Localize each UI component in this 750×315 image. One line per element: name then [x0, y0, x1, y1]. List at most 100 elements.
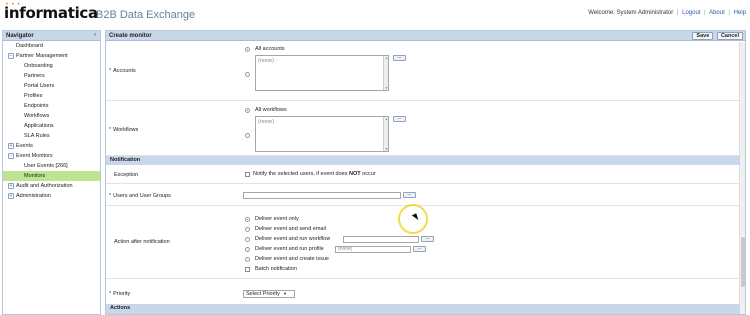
nav-item-label: Events	[16, 143, 33, 149]
users-field[interactable]	[243, 192, 401, 199]
nav-item-label: Endpoints	[24, 103, 49, 109]
nav-item-dashboard[interactable]: Dashboard	[3, 41, 100, 51]
deliver-profile-label: Deliver event and run profile	[255, 246, 324, 252]
scroll-down-icon[interactable]: ▼	[385, 86, 388, 90]
save-button[interactable]: Save	[692, 32, 714, 40]
scroll-down-icon[interactable]: ▼	[385, 147, 388, 151]
users-label: * Users and User Groups	[109, 193, 171, 199]
users-row: * Users and User Groups ...	[106, 184, 740, 206]
help-link[interactable]: Help	[734, 10, 746, 16]
listbox-scrollbar[interactable]: ▲ ▼	[383, 56, 388, 90]
workflows-browse-button[interactable]: ...	[393, 116, 406, 122]
nav-item-events[interactable]: + Events	[3, 141, 100, 151]
nav-item-label: Partners	[24, 73, 45, 79]
collapse-panel-icon[interactable]: ‹	[94, 32, 96, 38]
nav-item-endpoints[interactable]: Endpoints	[3, 101, 100, 111]
notification-section-header: Notification	[106, 156, 740, 165]
all-accounts-radio[interactable]	[245, 47, 250, 52]
tree-expand-icon[interactable]: +	[8, 142, 14, 149]
exception-row: Exception Notify the selected users, if …	[106, 165, 740, 184]
scroll-up-icon[interactable]: ▲	[385, 117, 388, 121]
product-name: B2B Data Exchange	[96, 9, 196, 21]
accounts-browse-button[interactable]: ...	[393, 55, 406, 61]
nav-item-label: Workflows	[24, 113, 50, 119]
deliver-email-label: Deliver event and send email	[255, 226, 326, 232]
batch-notification-label: Batch notification	[255, 266, 297, 272]
nav-item-label: User Events [266]	[24, 163, 68, 169]
tree-collapse-icon[interactable]: −	[8, 52, 14, 59]
workflows-row: * Workflows All workflows (none) ▲ ▼ ...	[106, 101, 740, 156]
about-link[interactable]: About	[709, 10, 725, 16]
nav-item-label: Onboarding	[24, 63, 53, 69]
deliver-only-radio[interactable]	[245, 217, 250, 222]
nav-item-event-monitors[interactable]: − Event Monitors	[3, 151, 100, 161]
create-monitor-panel: Create monitor Save Cancel * Accounts All…	[105, 30, 746, 315]
nav-item-user-events[interactable]: User Events [266]	[3, 161, 100, 171]
nav-item-label: Audit and Authorization	[16, 183, 73, 189]
nav-item-label: Portal Users	[24, 83, 55, 89]
listbox-scrollbar[interactable]: ▲ ▼	[383, 117, 388, 151]
accounts-label: * Accounts	[109, 68, 136, 74]
all-workflows-radio[interactable]	[245, 108, 250, 113]
workflows-label: * Workflows	[109, 127, 139, 133]
separator: |	[676, 10, 679, 16]
nav-item-monitors[interactable]: Monitors	[3, 171, 100, 181]
priority-row: * Priority Select Priority ▼	[106, 286, 740, 304]
users-browse-button[interactable]: ...	[403, 192, 416, 198]
selected-workflows-radio[interactable]	[245, 133, 250, 138]
nav-item-label: Profiles	[24, 93, 43, 99]
nav-item-partners[interactable]: Partners	[3, 71, 100, 81]
deliver-issue-radio[interactable]	[245, 257, 250, 262]
cancel-button[interactable]: Cancel	[716, 32, 743, 40]
nav-item-partner-management[interactable]: − Partner Management	[3, 51, 100, 61]
panel-buttons: Save Cancel	[690, 32, 743, 40]
selected-accounts-radio[interactable]	[245, 72, 250, 77]
workflow-field[interactable]	[343, 236, 419, 243]
deliver-workflow-radio[interactable]	[245, 237, 250, 242]
nav-item-applications[interactable]: Applications	[3, 121, 100, 131]
nav-item-profiles[interactable]: Profiles	[3, 91, 100, 101]
notify-not-occur-checkbox[interactable]	[245, 172, 250, 177]
app-header: • • • informatica B2B Data Exchange Welc…	[0, 0, 750, 28]
profile-browse-button[interactable]: ...	[413, 246, 426, 252]
scrollbar-thumb[interactable]	[741, 237, 745, 287]
panel-title-bar: Create monitor Save Cancel	[106, 31, 745, 41]
tree-expand-icon[interactable]: +	[8, 192, 14, 199]
workflows-listbox[interactable]: (none) ▲ ▼	[255, 116, 389, 152]
tree-expand-icon[interactable]: +	[8, 182, 14, 189]
accounts-row: * Accounts All accounts (none) ▲ ▼ ...	[106, 42, 740, 101]
profile-field[interactable]: (none)	[335, 246, 411, 253]
nav-item-audit-authorization[interactable]: + Audit and Authorization	[3, 181, 100, 191]
nav-item-label: SLA Rules	[24, 133, 50, 139]
deliver-profile-radio[interactable]	[245, 247, 250, 252]
top-links: Welcome: System Administrator | Logout |…	[588, 10, 746, 16]
accounts-list-value: (none)	[258, 58, 274, 64]
nav-item-workflows[interactable]: Workflows	[3, 111, 100, 121]
priority-select-value: Select Priority	[246, 291, 280, 297]
priority-select[interactable]: Select Priority ▼	[243, 290, 295, 298]
nav-item-label: Event Monitors	[16, 153, 53, 159]
nav-item-label: Partner Management	[16, 53, 68, 59]
scroll-up-icon[interactable]: ▲	[385, 56, 388, 60]
batch-notification-checkbox[interactable]	[245, 267, 250, 272]
nav-item-sla-rules[interactable]: SLA Rules	[3, 131, 100, 141]
deliver-workflow-label: Deliver event and run workflow	[255, 236, 331, 242]
informatica-logo: informatica	[4, 4, 98, 22]
accounts-listbox[interactable]: (none) ▲ ▼	[255, 55, 389, 91]
nav-item-onboarding[interactable]: Onboarding	[3, 61, 100, 71]
nav-item-portal-users[interactable]: Portal Users	[3, 81, 100, 91]
tree-collapse-icon[interactable]: −	[8, 152, 14, 159]
nav-item-administration[interactable]: + Administration	[3, 191, 100, 201]
action-label: Action after notification	[114, 239, 170, 245]
separator: |	[704, 10, 706, 16]
logout-link[interactable]: Logout	[682, 10, 700, 16]
actions-section-header: Actions	[106, 304, 740, 314]
navigator-panel: Navigator ‹ Dashboard − Partner Managemen…	[2, 30, 101, 315]
deliver-email-radio[interactable]	[245, 227, 250, 232]
welcome-text: Welcome: System Administrator	[588, 10, 674, 16]
nav-item-label: Monitors	[24, 173, 46, 179]
all-workflows-label: All workflows	[255, 107, 287, 113]
deliver-issue-label: Deliver event and create issue	[255, 256, 329, 262]
page-title: Create monitor	[109, 33, 152, 39]
workflow-browse-button[interactable]: ...	[421, 236, 434, 242]
